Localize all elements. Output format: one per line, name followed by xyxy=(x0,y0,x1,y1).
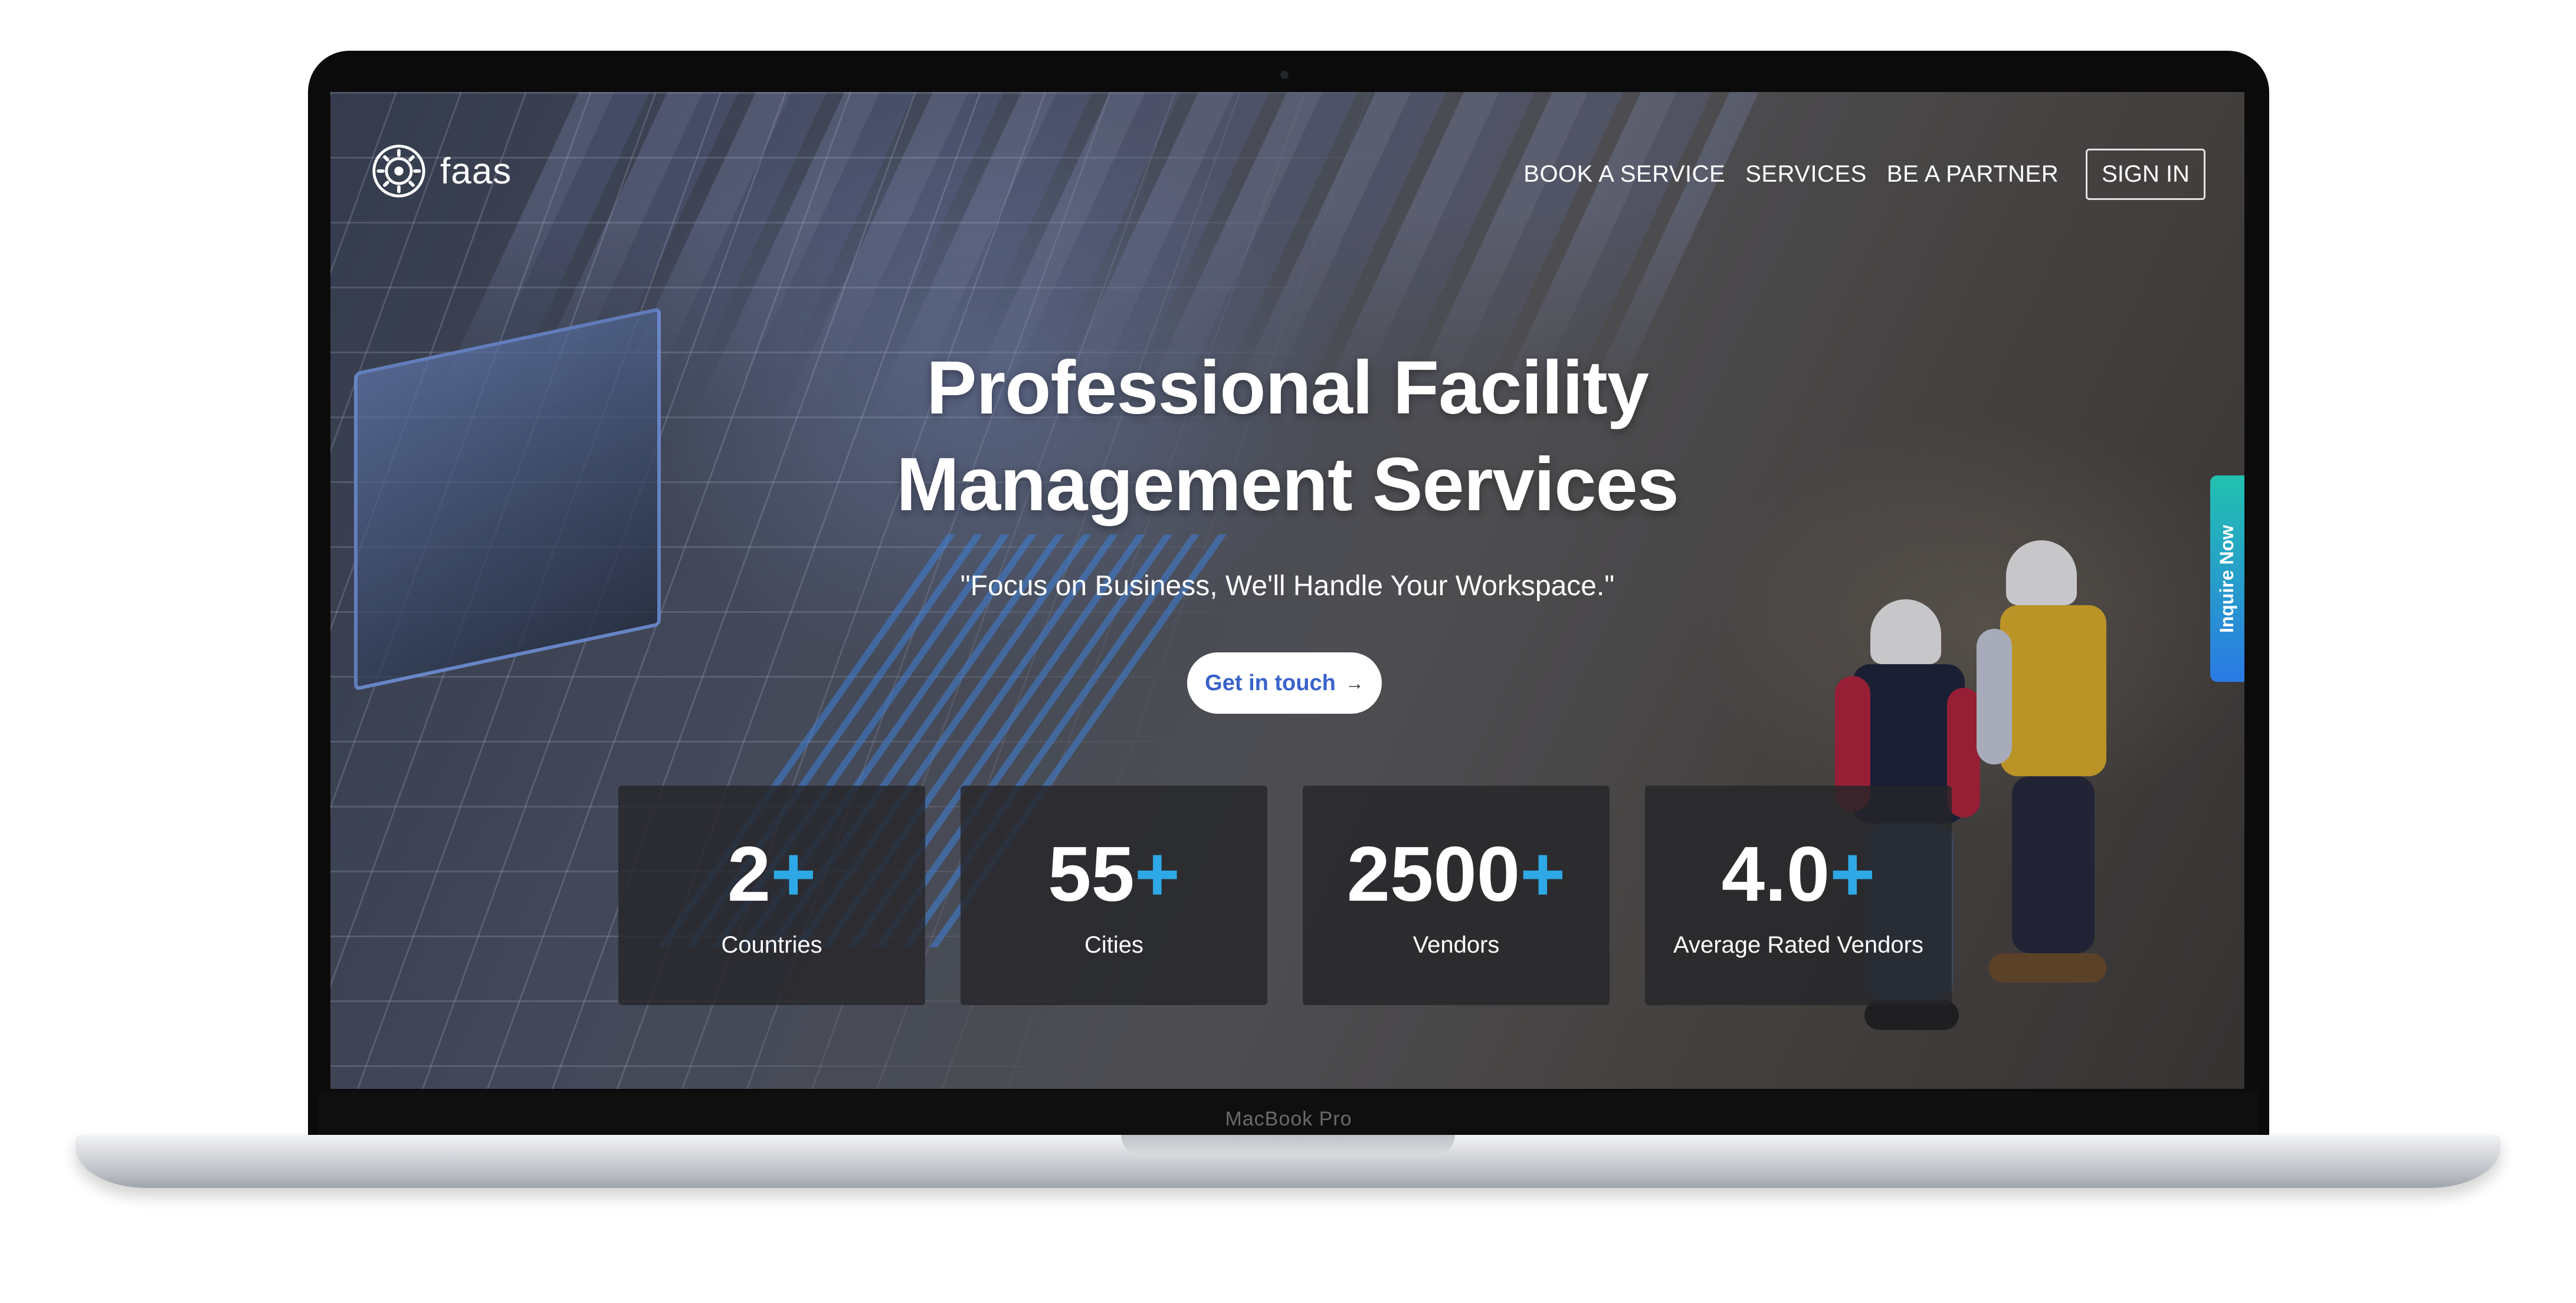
logo-text: faas xyxy=(440,150,512,192)
get-in-touch-label: Get in touch xyxy=(1205,670,1336,695)
hero-title: Professional Facility Management Service… xyxy=(330,340,2244,533)
plus-suffix: + xyxy=(1520,830,1566,917)
stat-card-rating: 4.0+ Average Rated Vendors xyxy=(1645,786,1952,1005)
nav-link-services[interactable]: SERVICES xyxy=(1745,161,1867,188)
laptop-chin: MacBook Pro xyxy=(319,1091,2259,1135)
nav-link-be-a-partner[interactable]: BE A PARTNER xyxy=(1887,161,2059,188)
stat-label: Cities xyxy=(1084,931,1144,958)
hero-title-line-2: Management Services xyxy=(896,442,1679,527)
inquire-now-label: Inquire Now xyxy=(2216,524,2238,633)
model-label: MacBook Pro xyxy=(1225,1107,1352,1130)
stat-card-vendors: 2500+ Vendors xyxy=(1303,786,1610,1005)
camera-icon xyxy=(1280,71,1289,79)
laptop-notch xyxy=(1121,1135,1455,1155)
arrow-right-icon: → xyxy=(1345,672,1364,694)
brand-logo[interactable]: faas xyxy=(371,143,512,199)
plus-suffix: + xyxy=(771,830,817,917)
stat-card-countries: 2+ Countries xyxy=(618,786,925,1005)
website-screen: faas BOOK A SERVICE SERVICES BE A PARTNE… xyxy=(330,92,2244,1089)
inquire-now-tab[interactable]: Inquire Now xyxy=(2210,475,2244,682)
get-in-touch-button[interactable]: Get in touch → xyxy=(1187,652,1382,714)
sign-in-button[interactable]: SIGN IN xyxy=(2086,149,2205,200)
stat-value: 2500+ xyxy=(1346,830,1566,917)
stats-row: 2+ Countries 55+ Cities 2500+ Vendors 4.… xyxy=(618,786,1952,1005)
hero-title-line-1: Professional Facility xyxy=(926,346,1649,430)
main-nav: BOOK A SERVICE SERVICES BE A PARTNER SIG… xyxy=(1503,149,2205,200)
stat-label: Countries xyxy=(721,931,822,958)
stat-value: 4.0+ xyxy=(1721,830,1876,917)
stat-label: Average Rated Vendors xyxy=(1673,931,1923,958)
gear-logo-icon xyxy=(372,145,425,198)
plus-suffix: + xyxy=(1134,830,1180,917)
stat-value: 2+ xyxy=(727,830,817,917)
hero-tagline: "Focus on Business, We'll Handle Your Wo… xyxy=(960,570,1615,602)
stat-value: 55+ xyxy=(1048,830,1180,917)
stat-card-cities: 55+ Cities xyxy=(961,786,1267,1005)
nav-link-book-a-service[interactable]: BOOK A SERVICE xyxy=(1523,161,1725,188)
stat-label: Vendors xyxy=(1412,931,1500,958)
plus-suffix: + xyxy=(1830,830,1876,917)
